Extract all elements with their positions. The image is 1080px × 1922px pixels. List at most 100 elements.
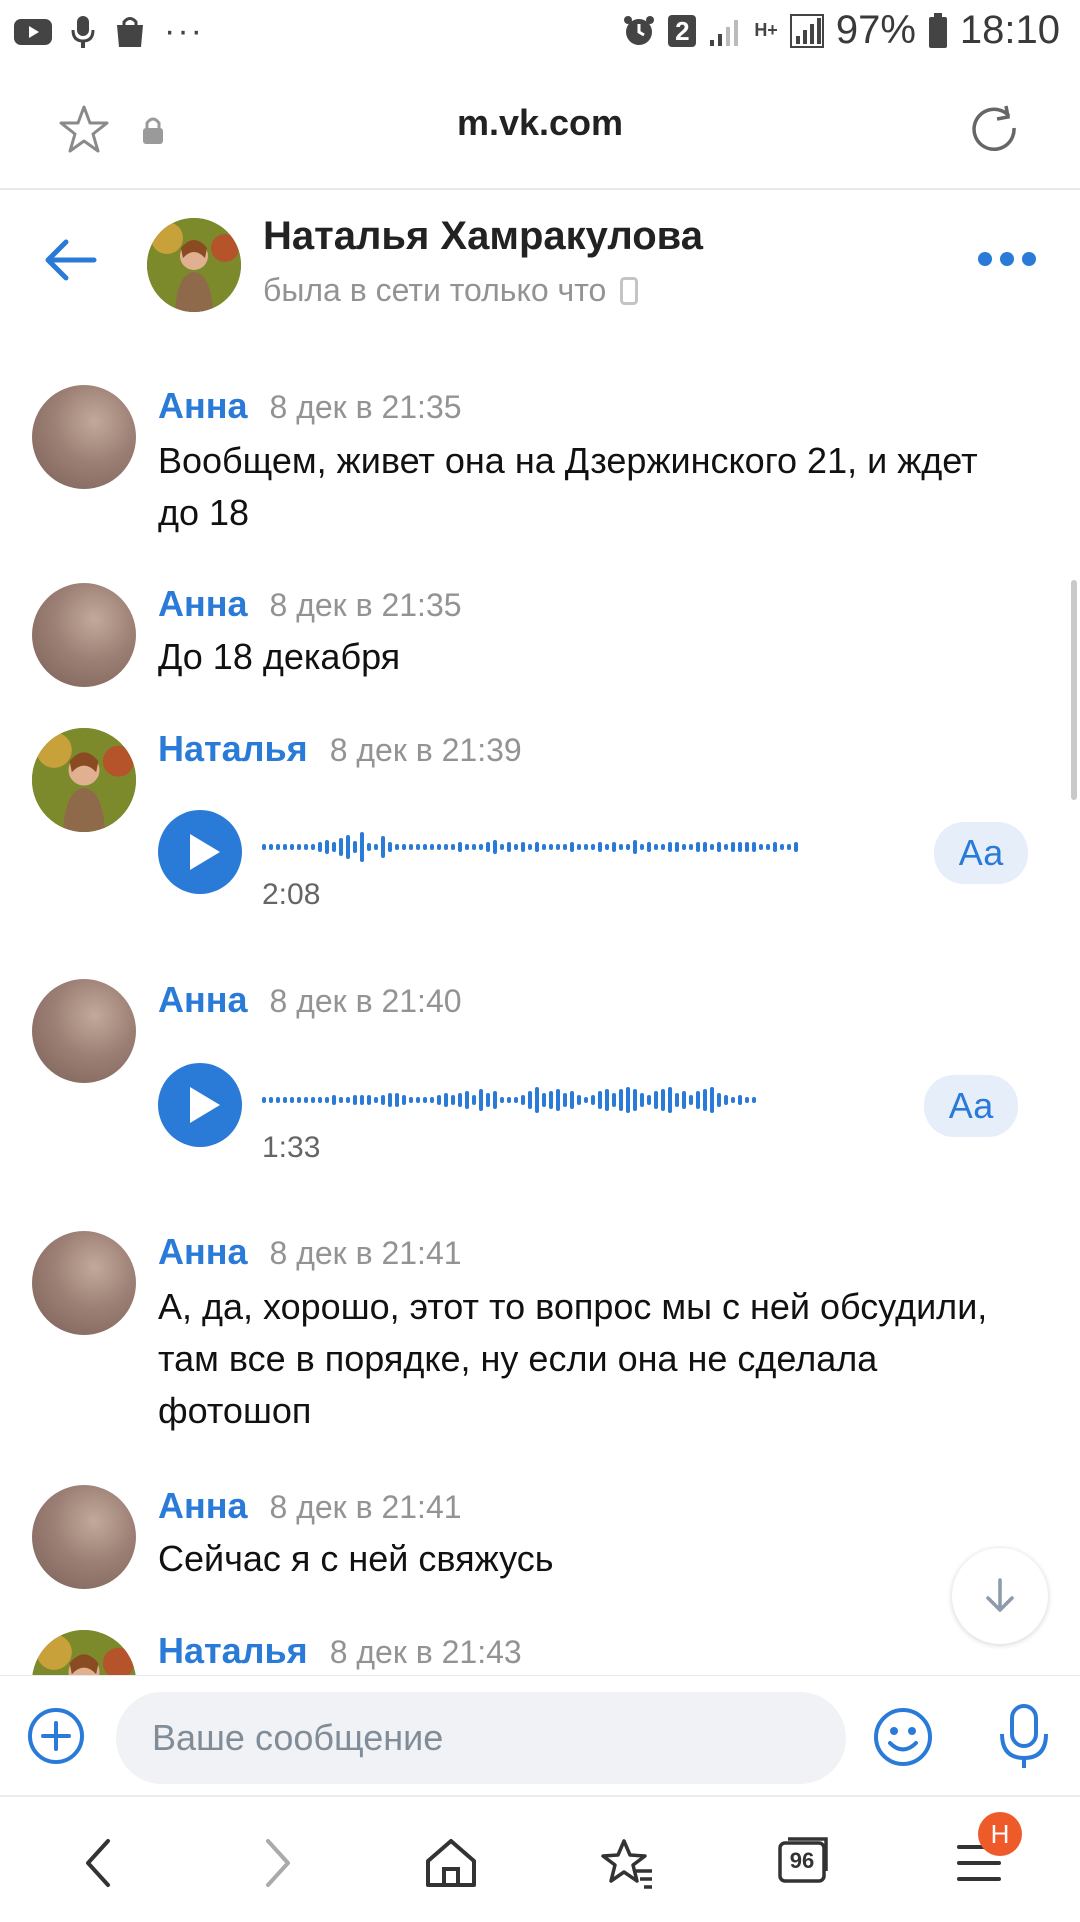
waveform-bar — [458, 1093, 462, 1107]
waveform-bar — [668, 1087, 672, 1113]
message-author[interactable]: Анна 8 дек в 21:35 — [158, 583, 462, 625]
message-author[interactable]: Анна 8 дек в 21:35 — [158, 385, 462, 427]
waveform-bar — [304, 1097, 308, 1103]
message-time: 8 дек в 21:43 — [329, 1634, 522, 1670]
waveform-bar — [612, 842, 616, 852]
message-list[interactable]: Анна 8 дек в 21:35 Вообщем, живет она на … — [0, 335, 1080, 1675]
waveform-bar — [542, 1093, 546, 1107]
contact-avatar[interactable] — [147, 218, 241, 312]
waveform-bar — [339, 838, 343, 856]
waveform-bar — [472, 1095, 476, 1105]
message-author[interactable]: Наталья 8 дек в 21:39 — [158, 728, 522, 770]
contact-name[interactable]: Наталья Хамракулова — [263, 214, 703, 259]
scrollbar[interactable] — [1071, 580, 1077, 800]
waveform-bar — [766, 844, 770, 850]
waveform-bar — [605, 844, 609, 850]
battery-percent: 97% — [835, 8, 916, 52]
contact-status: была в сети только что — [263, 272, 639, 309]
waveform-bar — [304, 844, 308, 850]
microphone-notification-icon — [71, 15, 95, 48]
waveform-bar — [703, 842, 707, 852]
voice-duration: 2:08 — [262, 878, 321, 911]
waveform-bar — [451, 1095, 455, 1105]
sender-avatar[interactable] — [32, 979, 136, 1083]
waveform-bar — [395, 1093, 399, 1107]
sender-avatar[interactable] — [32, 1630, 136, 1675]
waveform-bar — [465, 844, 469, 850]
waveform-bar — [794, 842, 798, 852]
waveform-bar — [577, 1095, 581, 1105]
forward-icon[interactable] — [262, 1837, 294, 1889]
waveform-bar — [262, 844, 266, 850]
waveform-bar — [318, 842, 322, 852]
waveform-bar — [507, 1097, 511, 1103]
microphone-icon[interactable] — [996, 1702, 1052, 1772]
waveform-bar — [654, 844, 658, 850]
waveform-bar — [430, 844, 434, 850]
emoji-icon[interactable] — [872, 1706, 934, 1768]
waveform-bar — [276, 1097, 280, 1103]
message-time: 8 дек в 21:41 — [269, 1489, 462, 1525]
waveform-bar — [500, 1097, 504, 1103]
waveform-bar — [339, 1097, 343, 1103]
sender-avatar[interactable] — [32, 1485, 136, 1589]
waveform-bar — [283, 1097, 287, 1103]
voice-waveform[interactable] — [262, 1075, 756, 1125]
waveform-bar — [262, 1097, 266, 1103]
message-author[interactable]: Анна 8 дек в 21:41 — [158, 1231, 462, 1273]
message-time: 8 дек в 21:40 — [269, 983, 462, 1019]
transcribe-button[interactable]: Аа — [934, 822, 1028, 884]
message-author[interactable]: Анна 8 дек в 21:41 — [158, 1485, 462, 1527]
message-input[interactable] — [116, 1692, 846, 1784]
waveform-bar — [759, 844, 763, 850]
waveform-bar — [493, 840, 497, 854]
more-options-button[interactable] — [978, 252, 1036, 266]
browser-address-bar: m.vk.com — [0, 64, 1080, 190]
waveform-bar — [591, 844, 595, 850]
waveform-bar — [269, 844, 273, 850]
waveform-bar — [500, 844, 504, 850]
sender-avatar[interactable] — [32, 385, 136, 489]
message-text: А, да, хорошо, этот то вопрос мы с ней о… — [158, 1286, 988, 1431]
tabs-button[interactable]: 96 — [776, 1833, 830, 1885]
waveform-bar — [780, 844, 784, 850]
message-text: Сейчас я с ней свяжусь — [158, 1538, 554, 1579]
message-author[interactable]: Анна 8 дек в 21:40 — [158, 979, 462, 1021]
avatar-photo — [32, 1630, 136, 1675]
voice-duration: 1:33 — [262, 1131, 321, 1164]
waveform-bar — [437, 844, 441, 850]
message-time: 8 дек в 21:39 — [329, 732, 522, 768]
waveform-bar — [458, 842, 462, 852]
waveform-bar — [332, 1095, 336, 1105]
add-attachment-icon[interactable] — [26, 1706, 86, 1766]
home-icon[interactable] — [424, 1837, 478, 1889]
message-author[interactable]: Наталья 8 дек в 21:43 — [158, 1630, 522, 1672]
menu-notification-badge: Н — [978, 1812, 1022, 1856]
bookmarks-icon[interactable] — [600, 1837, 656, 1889]
waveform-bar — [374, 1097, 378, 1103]
back-arrow-icon[interactable] — [42, 238, 98, 282]
sender-avatar[interactable] — [32, 583, 136, 687]
waveform-bar — [633, 840, 637, 854]
message-time: 8 дек в 21:35 — [269, 389, 462, 425]
waveform-bar — [353, 1095, 357, 1105]
waveform-bar — [332, 842, 336, 852]
voice-waveform[interactable] — [262, 822, 798, 872]
reload-icon[interactable] — [968, 102, 1020, 154]
waveform-bar — [626, 1087, 630, 1113]
sender-avatar[interactable] — [32, 728, 136, 832]
back-icon[interactable] — [82, 1837, 114, 1889]
waveform-bar — [724, 844, 728, 850]
waveform-bar — [752, 1097, 756, 1103]
transcribe-button[interactable]: Аа — [924, 1075, 1018, 1137]
play-button[interactable] — [158, 1063, 242, 1147]
waveform-bar — [682, 1091, 686, 1109]
play-button[interactable] — [158, 810, 242, 894]
url-text[interactable]: m.vk.com — [0, 102, 1080, 144]
scroll-down-button[interactable] — [952, 1548, 1048, 1644]
browser-navigation-bar: 96 — [0, 1795, 1080, 1922]
sender-avatar[interactable] — [32, 1231, 136, 1335]
waveform-bar — [549, 1091, 553, 1109]
sim-badge: 2 — [668, 14, 697, 47]
waveform-bar — [283, 844, 287, 850]
